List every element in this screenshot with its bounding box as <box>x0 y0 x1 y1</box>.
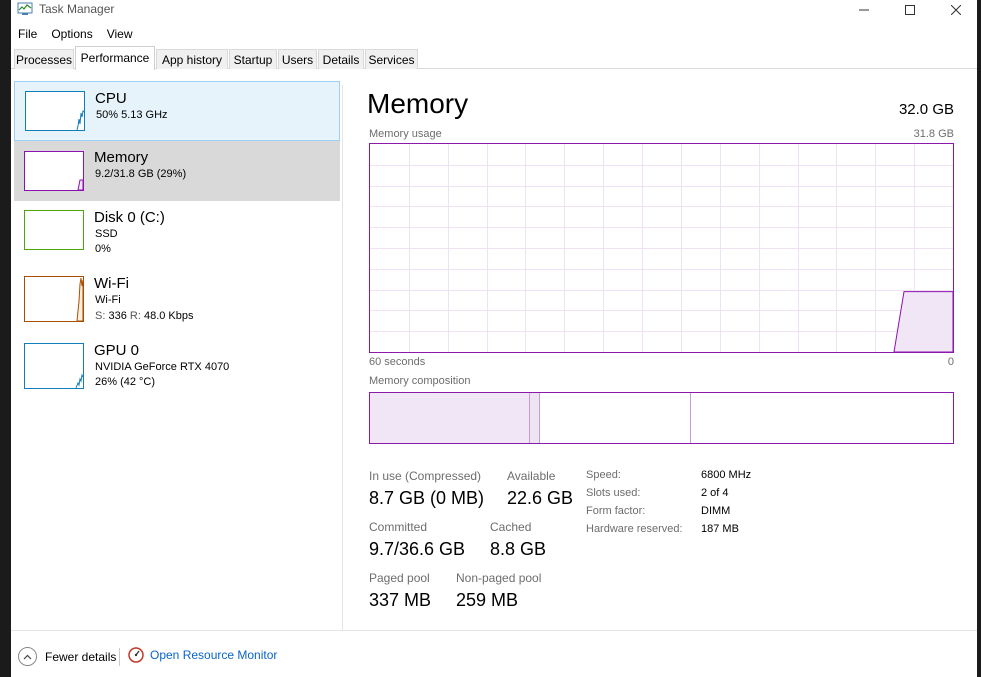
menu-view[interactable]: View <box>100 24 140 44</box>
window-edge <box>977 0 981 677</box>
cpu-usage: 50% 5.13 GHz <box>96 109 168 121</box>
gpu-name: GPU 0 <box>94 342 140 359</box>
available-value: 22.6 GB <box>507 488 574 508</box>
graph-time-left: 60 seconds <box>369 356 426 368</box>
paged-pool-value: 337 MB <box>369 590 432 610</box>
memory-usage: 9.2/31.8 GB (29%) <box>95 168 187 180</box>
tab-details[interactable]: Details <box>318 49 364 69</box>
wifi-send-label: S: <box>95 310 106 322</box>
memory-usage-graph-svg <box>370 144 953 352</box>
hardware-reserved-label: Hardware reserved: <box>586 523 683 535</box>
paged-pool-label: Paged pool <box>369 571 430 585</box>
minimize-button[interactable] <box>841 0 887 20</box>
maximize-icon <box>905 5 915 15</box>
wifi-thumbnail-graph <box>24 276 84 322</box>
fewer-details-label: Fewer details <box>45 649 117 664</box>
form-factor-value: DIMM <box>701 505 731 517</box>
memory-composition-bar <box>369 392 954 444</box>
menu-file[interactable]: File <box>11 24 44 44</box>
memory-thumbnail-graph <box>24 151 84 191</box>
wifi-throughput: S: 336 R: 48.0 Kbps <box>95 310 194 322</box>
tab-app-history[interactable]: App history <box>156 49 228 69</box>
speed-value: 6800 MHz <box>701 469 752 481</box>
resource-monitor-icon <box>128 647 144 663</box>
pane-divider <box>342 85 343 630</box>
cached-label: Cached <box>490 520 532 534</box>
footer-divider <box>11 630 977 631</box>
disk-usage: 0% <box>95 243 111 255</box>
task-manager-window: Task Manager File Options View Processes… <box>11 0 977 677</box>
memory-usage-graph <box>369 143 954 353</box>
tab-performance[interactable]: Performance <box>75 46 155 70</box>
gpu-thumbnail-graph <box>24 343 84 389</box>
memory-usage-area <box>893 291 953 352</box>
gpu-usage: 26% (42 °C) <box>95 376 156 388</box>
resource-disk[interactable]: Disk 0 (C:) SSD 0% <box>14 201 340 261</box>
chevron-up-icon <box>18 647 37 666</box>
memory-usage-label: Memory usage <box>369 128 442 140</box>
memory-name: Memory <box>94 149 149 166</box>
memory-composition-label: Memory composition <box>369 375 471 387</box>
task-manager-app-icon <box>17 2 33 15</box>
tab-users[interactable]: Users <box>278 49 317 69</box>
maximize-button[interactable] <box>887 0 933 20</box>
fewer-details-button[interactable]: Fewer details <box>18 647 116 666</box>
open-resource-monitor-link[interactable]: Open Resource Monitor <box>128 647 277 663</box>
cpu-name: CPU <box>95 90 127 107</box>
wifi-send-value: 336 <box>108 310 127 322</box>
tab-services[interactable]: Services <box>365 49 418 69</box>
composition-free <box>692 393 953 443</box>
graph-time-right: 0 <box>947 356 954 368</box>
in-use-label: In use (Compressed) <box>369 469 482 483</box>
slots-used-value: 2 of 4 <box>701 487 729 499</box>
committed-label: Committed <box>369 520 428 534</box>
disk-thumbnail-graph <box>24 210 84 250</box>
tab-strip: Processes Performance App history Startu… <box>11 46 977 70</box>
disk-name: Disk 0 (C:) <box>94 209 165 226</box>
minimize-icon <box>859 9 869 11</box>
window-title: Task Manager <box>39 2 115 16</box>
wifi-adapter: Wi-Fi <box>95 294 121 306</box>
composition-in-use <box>370 393 530 443</box>
speed-label: Speed: <box>586 469 621 481</box>
nonpaged-pool-label: Non-paged pool <box>456 571 542 585</box>
slots-used-label: Slots used: <box>586 487 641 499</box>
title-bar[interactable]: Task Manager <box>11 0 977 20</box>
resource-wifi[interactable]: Wi-Fi Wi-Fi S: 336 R: 48.0 Kbps <box>14 267 340 327</box>
gpu-model: NVIDIA GeForce RTX 4070 <box>95 361 230 373</box>
memory-usage-max: 31.8 GB <box>913 128 954 140</box>
available-label: Available <box>507 469 556 483</box>
tab-processes[interactable]: Processes <box>14 49 74 69</box>
cached-value: 8.8 GB <box>490 539 547 559</box>
cpu-thumbnail-graph <box>25 91 85 131</box>
composition-modified <box>530 393 540 443</box>
menu-bar: File Options View <box>11 24 140 44</box>
menu-options[interactable]: Options <box>44 24 99 44</box>
open-resource-monitor-label: Open Resource Monitor <box>150 648 278 662</box>
wifi-name: Wi-Fi <box>94 275 129 292</box>
memory-total: 32.0 GB <box>898 101 954 118</box>
hardware-reserved-value: 187 MB <box>701 523 739 535</box>
tab-startup[interactable]: Startup <box>229 49 277 69</box>
close-button[interactable] <box>933 0 979 20</box>
composition-standby <box>541 393 691 443</box>
wifi-receive-label: R: <box>129 310 141 322</box>
memory-title: Memory <box>367 88 469 119</box>
close-icon <box>951 5 961 15</box>
resource-memory[interactable]: Memory 9.2/31.8 GB (29%) <box>14 141 340 201</box>
committed-value: 9.7/36.6 GB <box>369 539 466 559</box>
form-factor-label: Form factor: <box>586 505 646 517</box>
resource-list: CPU 50% 5.13 GHz Memory 9.2/31.8 GB (29%… <box>14 81 340 631</box>
resource-cpu[interactable]: CPU 50% 5.13 GHz <box>14 81 340 141</box>
in-use-value: 8.7 GB (0 MB) <box>369 488 485 508</box>
wifi-receive-value: 48.0 Kbps <box>143 310 194 322</box>
footer-separator <box>119 648 120 666</box>
disk-type: SSD <box>95 228 118 240</box>
resource-gpu[interactable]: GPU 0 NVIDIA GeForce RTX 4070 26% (42 °C… <box>14 335 340 395</box>
nonpaged-pool-value: 259 MB <box>456 590 519 610</box>
